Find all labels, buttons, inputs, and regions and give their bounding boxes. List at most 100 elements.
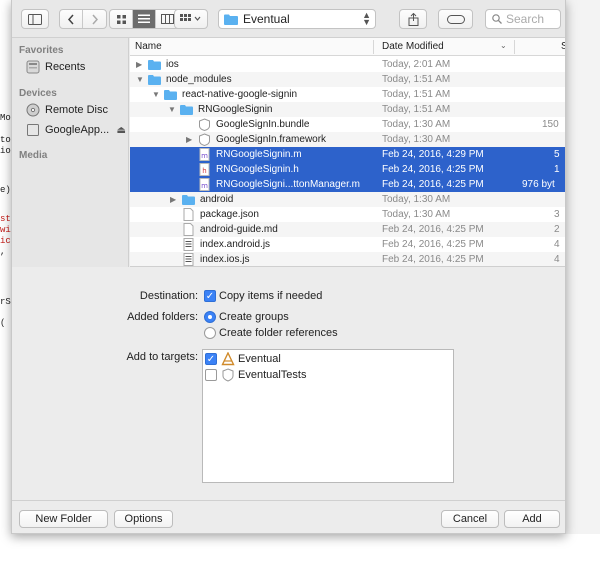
finder-toolbar: Eventual ▲ ▼ Search bbox=[12, 0, 565, 38]
sidebar-item-label: Recents bbox=[45, 61, 86, 73]
file-row[interactable]: GoogleSignIn.bundle Today, 1:30 AM 150 bbox=[130, 117, 565, 132]
sidebar-toggle-icon bbox=[28, 13, 42, 25]
file-row[interactable]: ▶ GoogleSignIn.framework Today, 1:30 AM bbox=[130, 132, 565, 147]
file-name: RNGoogleSignin bbox=[198, 104, 273, 115]
create-groups-radio[interactable] bbox=[204, 311, 216, 323]
file-row[interactable]: m RNGoogleSigni...ttonManager.m Feb 24, … bbox=[130, 177, 565, 192]
disclosure-triangle-icon[interactable]: ▶ bbox=[186, 132, 192, 147]
create-groups-label[interactable]: Create groups bbox=[219, 311, 289, 323]
file-date: Today, 1:51 AM bbox=[382, 104, 451, 115]
file-row[interactable]: h RNGoogleSignin.h Feb 24, 2016, 4:25 PM… bbox=[130, 162, 565, 177]
create-folder-references-label[interactable]: Create folder references bbox=[219, 327, 338, 339]
file-row[interactable]: package.json Today, 1:30 AM 3 bbox=[130, 207, 565, 222]
file-name: package.json bbox=[200, 209, 259, 220]
share-button[interactable] bbox=[399, 9, 427, 29]
options-button[interactable]: Options bbox=[114, 510, 173, 528]
file-row[interactable]: ▼ node_modules Today, 1:51 AM bbox=[130, 72, 565, 87]
grid-arrange-icon bbox=[180, 14, 201, 21]
file-row[interactable]: ▼ RNGoogleSignin Today, 1:51 AM bbox=[130, 102, 565, 117]
column-date-modified[interactable]: Date Modified bbox=[382, 41, 444, 52]
column-view-icon bbox=[161, 14, 174, 24]
target-checkbox-eventualtests[interactable] bbox=[205, 369, 217, 381]
list-view-button[interactable] bbox=[133, 10, 156, 28]
file-size: 1 bbox=[554, 164, 560, 175]
target-checkbox-eventual[interactable]: ✓ bbox=[205, 353, 217, 365]
disclosure-triangle-icon[interactable]: ▼ bbox=[168, 102, 176, 117]
file-name: RNGoogleSignin.h bbox=[216, 164, 299, 175]
file-row[interactable]: android-guide.md Feb 24, 2016, 4:25 PM 2 bbox=[130, 222, 565, 237]
file-date: Today, 1:30 AM bbox=[382, 119, 451, 130]
search-icon bbox=[492, 14, 502, 24]
destination-label: Destination: bbox=[139, 290, 198, 302]
new-folder-button[interactable]: New Folder bbox=[19, 510, 108, 528]
column-name[interactable]: Name bbox=[135, 41, 162, 52]
arrange-button[interactable] bbox=[174, 9, 208, 29]
file-date: Today, 1:30 AM bbox=[382, 134, 451, 145]
sidebar-item-remote-disc[interactable]: Remote Disc bbox=[26, 101, 126, 119]
file-date: Feb 24, 2016, 4:25 PM bbox=[382, 239, 484, 250]
js-file-icon bbox=[183, 253, 194, 266]
sidebar-item-recents[interactable]: Recents bbox=[26, 58, 126, 76]
drive-icon bbox=[26, 123, 40, 137]
column-size[interactable]: S bbox=[561, 41, 565, 52]
disclosure-triangle-icon[interactable]: ▼ bbox=[136, 72, 144, 87]
cancel-button[interactable]: Cancel bbox=[441, 510, 499, 528]
framework-icon bbox=[199, 133, 210, 146]
file-row[interactable]: index.ios.js Feb 24, 2016, 4:25 PM 4 bbox=[130, 252, 565, 266]
test-target-icon bbox=[222, 368, 234, 382]
sidebar-item-label: Remote Disc bbox=[45, 104, 108, 116]
code-line: , bbox=[0, 247, 6, 257]
disclosure-triangle-icon[interactable]: ▶ bbox=[136, 57, 142, 72]
code-line: e) bbox=[0, 185, 11, 195]
file-row[interactable]: m RNGoogleSignin.m Feb 24, 2016, 4:29 PM… bbox=[130, 147, 565, 162]
disclosure-triangle-icon[interactable]: ▼ bbox=[152, 87, 160, 102]
file-date: Feb 24, 2016, 4:25 PM bbox=[382, 224, 484, 235]
file-row[interactable]: ▼ react-native-google-signin Today, 1:51… bbox=[130, 87, 565, 102]
location-label: Eventual bbox=[243, 12, 290, 26]
file-row[interactable]: index.android.js Feb 24, 2016, 4:25 PM 4 bbox=[130, 237, 565, 252]
copy-items-checkbox[interactable]: ✓ bbox=[204, 290, 216, 302]
eject-icon[interactable]: ⏏ bbox=[117, 125, 126, 136]
file-row[interactable]: ▶ ios Today, 2:01 AM bbox=[130, 57, 565, 72]
file-name: ios bbox=[166, 59, 179, 70]
file-size: 5 bbox=[554, 149, 560, 160]
add-to-targets-label: Add to targets: bbox=[126, 351, 198, 363]
sidebar-section-favorites: Favorites bbox=[19, 45, 64, 56]
copy-items-label[interactable]: Copy items if needed bbox=[219, 290, 322, 302]
updown-chevron-icon: ▲ ▼ bbox=[362, 10, 371, 27]
js-file-icon bbox=[183, 238, 194, 251]
search-field[interactable]: Search bbox=[485, 9, 561, 29]
back-button[interactable] bbox=[60, 10, 83, 28]
file-name: index.ios.js bbox=[200, 254, 250, 265]
file-row[interactable]: ▶ android Today, 1:30 AM bbox=[130, 192, 565, 207]
disclosure-triangle-icon[interactable]: ▶ bbox=[170, 192, 176, 207]
folder-icon bbox=[224, 14, 238, 25]
file-list: Name Date Modified ⌄ S ▶ ios Today, 2:01… bbox=[130, 38, 565, 267]
tag-button[interactable] bbox=[438, 9, 473, 29]
column-divider bbox=[373, 40, 374, 54]
icon-view-button[interactable] bbox=[110, 10, 133, 28]
icon-view-icon bbox=[116, 14, 126, 24]
file-date: Today, 1:30 AM bbox=[382, 209, 451, 220]
file-name: android bbox=[200, 194, 234, 205]
file-size: 2 bbox=[554, 224, 560, 235]
location-popup[interactable]: Eventual ▲ ▼ bbox=[218, 9, 376, 29]
recents-icon bbox=[26, 60, 40, 74]
file-name: GoogleSignIn.bundle bbox=[216, 119, 310, 130]
code-line: Mo bbox=[0, 113, 11, 123]
file-date: Today, 1:51 AM bbox=[382, 74, 451, 85]
add-button[interactable]: Add bbox=[504, 510, 560, 528]
file-name: node_modules bbox=[166, 74, 232, 85]
sidebar-section-devices: Devices bbox=[19, 88, 57, 99]
file-size: 4 bbox=[554, 239, 560, 250]
create-folder-references-radio[interactable] bbox=[204, 327, 216, 339]
svg-text:h: h bbox=[202, 167, 206, 175]
sort-chevron-icon: ⌄ bbox=[500, 41, 507, 50]
sidebar-section-media: Media bbox=[19, 150, 48, 161]
sidebar-item-googleapp[interactable]: GoogleApp... ⏏ bbox=[26, 121, 126, 139]
forward-button[interactable] bbox=[83, 10, 106, 28]
view-mode-control bbox=[109, 9, 180, 29]
background-window-edge bbox=[566, 0, 600, 534]
sidebar-toggle-button[interactable] bbox=[21, 9, 49, 29]
file-date: Today, 1:51 AM bbox=[382, 89, 451, 100]
